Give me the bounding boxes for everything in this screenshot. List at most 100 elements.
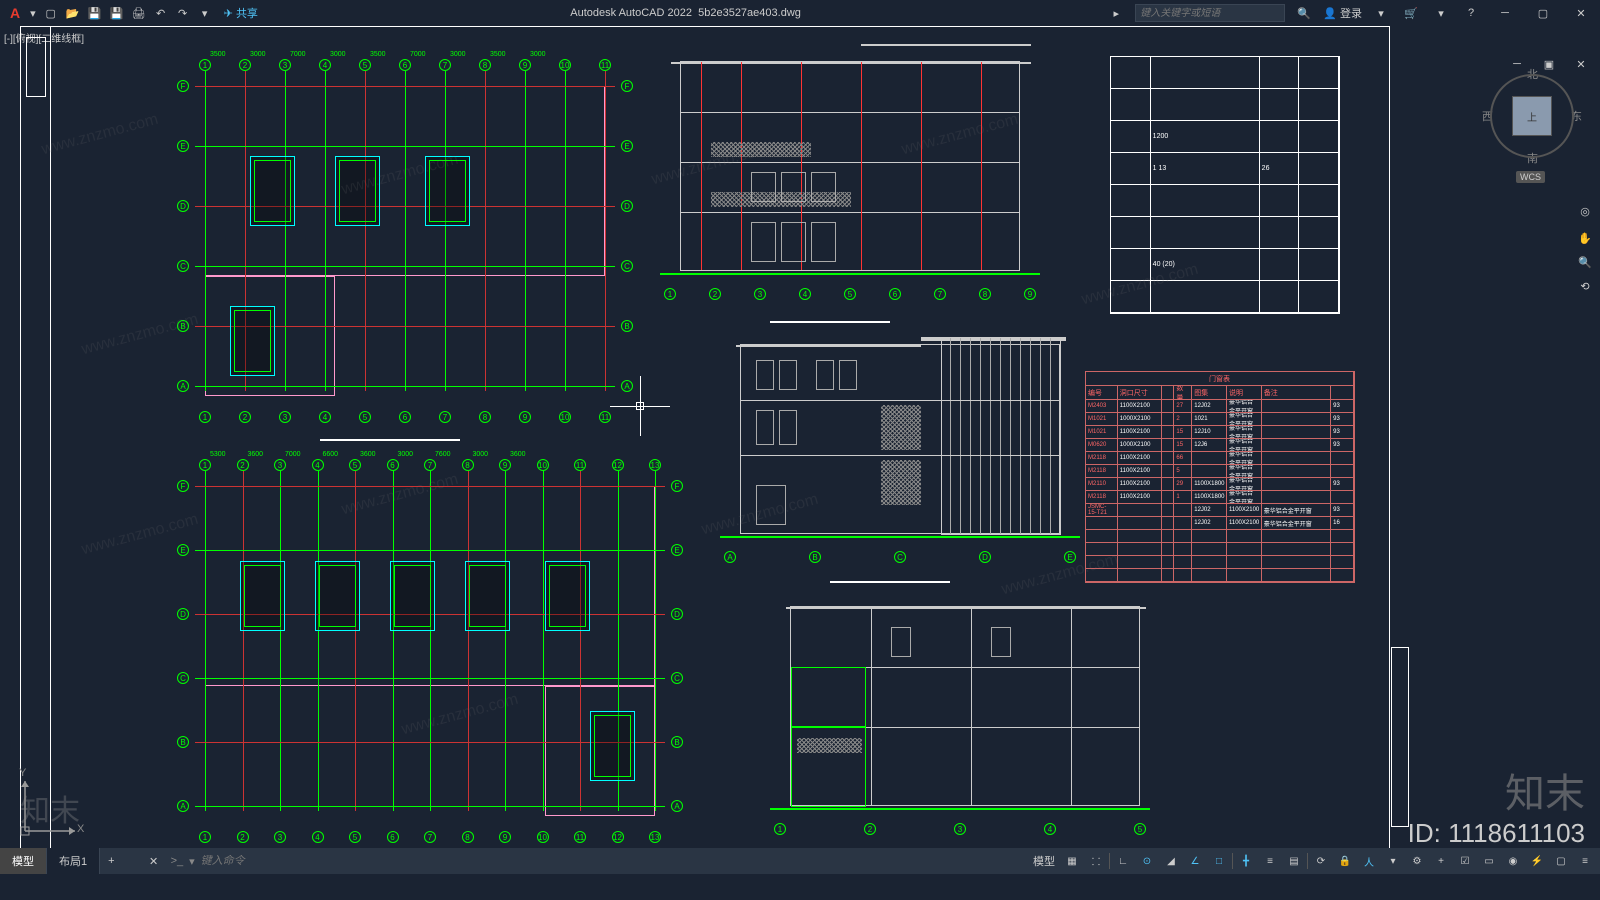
ortho-icon[interactable]: ∟: [1112, 850, 1134, 872]
minimize-button[interactable]: ─: [1490, 3, 1520, 23]
redo-icon[interactable]: ↷: [174, 4, 192, 22]
transparency-icon[interactable]: ▤: [1283, 850, 1305, 872]
app-menu-dropdown[interactable]: ▾: [26, 7, 40, 20]
cmdline-history-icon[interactable]: ▾: [189, 855, 195, 868]
share-button[interactable]: ✈ 共享: [216, 5, 266, 21]
steering-wheel-icon[interactable]: ◎: [1576, 196, 1594, 226]
lineweight-icon[interactable]: ≡: [1259, 850, 1281, 872]
status-space[interactable]: 模型: [1029, 853, 1059, 869]
zoom-extents-icon[interactable]: 🔍: [1576, 250, 1594, 274]
workspace-icon[interactable]: ⚙: [1406, 850, 1428, 872]
axis-label: B: [177, 320, 189, 332]
axis-label: 1: [664, 288, 676, 300]
table-cell: [1262, 413, 1331, 425]
annoscale-icon[interactable]: 人: [1358, 850, 1380, 872]
login-button[interactable]: 👤 登录: [1323, 5, 1362, 21]
stair-block: [335, 156, 380, 226]
snap-icon[interactable]: ⸬: [1085, 850, 1107, 872]
table-cell: [1086, 517, 1118, 529]
axis-label: 11: [574, 459, 586, 471]
table-cell: M2403: [1086, 400, 1118, 412]
axis-label: 4: [319, 411, 331, 423]
command-line[interactable]: ✕ >_ ▾: [143, 848, 321, 874]
table-cell: 1100X2100: [1118, 491, 1163, 503]
new-icon[interactable]: ▢: [42, 4, 60, 22]
isolate-icon[interactable]: ◉: [1502, 850, 1524, 872]
viewcube-north[interactable]: 北: [1527, 66, 1538, 82]
infocenter-search-prev-icon[interactable]: ▸: [1107, 4, 1125, 22]
customize-icon[interactable]: ≡: [1574, 850, 1596, 872]
undo-icon[interactable]: ↶: [152, 4, 170, 22]
annoscale-lock-icon[interactable]: 🔒: [1334, 850, 1356, 872]
dimension: 3000: [450, 51, 466, 58]
table-cell: 93: [1331, 413, 1354, 425]
tab-model[interactable]: 模型: [0, 848, 47, 874]
save-icon[interactable]: 💾: [86, 4, 104, 22]
tab-layout1[interactable]: 布局1: [47, 848, 100, 874]
help-icon[interactable]: ?: [1462, 4, 1480, 22]
viewcube-west[interactable]: 西: [1482, 108, 1493, 124]
table-cell: 26: [1260, 153, 1300, 184]
axis-label: 5: [349, 831, 361, 843]
dimension: 3000: [330, 51, 346, 58]
table-cell: [1262, 543, 1331, 555]
cmdline-close-icon[interactable]: ✕: [145, 852, 163, 870]
drawing-viewport[interactable]: [-][俯视][二维线框] ─ ▣ ✕ 11350022300033700044…: [0, 26, 1600, 874]
osnap-icon[interactable]: ∠: [1184, 850, 1206, 872]
infocenter-search-input[interactable]: [1135, 4, 1285, 22]
dimension: 7000: [285, 451, 301, 458]
table-cell: [1111, 153, 1151, 184]
table-cell: [1086, 530, 1118, 542]
maximize-button[interactable]: ▢: [1528, 3, 1558, 23]
viewcube-south[interactable]: 南: [1527, 150, 1538, 166]
cleanscreen-icon[interactable]: ▢: [1550, 850, 1572, 872]
axis-label: E: [177, 140, 189, 152]
axis-label: 9: [519, 411, 531, 423]
grid-icon[interactable]: ▦: [1061, 850, 1083, 872]
help-dropdown-icon[interactable]: ▾: [1432, 4, 1450, 22]
cmdline-prompt: >_: [171, 855, 184, 867]
axis-label: 1: [199, 411, 211, 423]
viewcube-east[interactable]: 东: [1571, 108, 1582, 124]
table-cell: [1192, 465, 1227, 477]
app-logo[interactable]: A: [4, 5, 26, 21]
command-input[interactable]: [201, 855, 321, 867]
qat-dropdown-icon[interactable]: ▾: [196, 4, 214, 22]
tab-add-button[interactable]: +: [100, 848, 122, 874]
cart-icon[interactable]: 🛒: [1402, 4, 1420, 22]
table-cell: [1299, 217, 1339, 248]
axis-label: B: [671, 736, 683, 748]
wcs-indicator[interactable]: WCS: [1516, 171, 1545, 183]
autodesk-app-icon[interactable]: ▾: [1372, 4, 1390, 22]
dynamic-input-icon[interactable]: ╋: [1235, 850, 1257, 872]
otrack-icon[interactable]: □: [1208, 850, 1230, 872]
table-cell: [1260, 281, 1300, 312]
table-header-cell: 说明: [1227, 386, 1262, 399]
view-cube[interactable]: 北 南 西 东 上: [1482, 66, 1582, 166]
table-cell: 豪华铝合金平开窗: [1227, 491, 1262, 503]
annoscale-dropdown-icon[interactable]: ▾: [1382, 850, 1404, 872]
isodraft-icon[interactable]: ◢: [1160, 850, 1182, 872]
units-icon[interactable]: ☑: [1454, 850, 1476, 872]
cycling-icon[interactable]: ⟳: [1310, 850, 1332, 872]
stair-block: [230, 306, 275, 376]
plot-icon[interactable]: 🖨: [130, 4, 148, 22]
quickprops-icon[interactable]: ▭: [1478, 850, 1500, 872]
annotation-monitor-icon[interactable]: +: [1430, 850, 1452, 872]
hardware-accel-icon[interactable]: ⚡: [1526, 850, 1548, 872]
table-cell: [1162, 478, 1174, 490]
axis-label: D: [621, 200, 633, 212]
table-cell: M2118: [1086, 465, 1118, 477]
axis-label: 5: [359, 59, 371, 71]
table-cell: 1100X2100: [1227, 517, 1262, 529]
axis-label: 5: [1134, 823, 1146, 835]
search-icon[interactable]: 🔍: [1295, 4, 1313, 22]
open-icon[interactable]: 📂: [64, 4, 82, 22]
viewcube-top-face[interactable]: 上: [1512, 96, 1552, 136]
orbit-icon[interactable]: ⟲: [1576, 274, 1594, 298]
axis-label: 4: [319, 59, 331, 71]
pan-icon[interactable]: ✋: [1576, 226, 1594, 250]
saveas-icon[interactable]: 💾: [108, 4, 126, 22]
close-button[interactable]: ✕: [1566, 3, 1596, 23]
polar-icon[interactable]: ⊙: [1136, 850, 1158, 872]
